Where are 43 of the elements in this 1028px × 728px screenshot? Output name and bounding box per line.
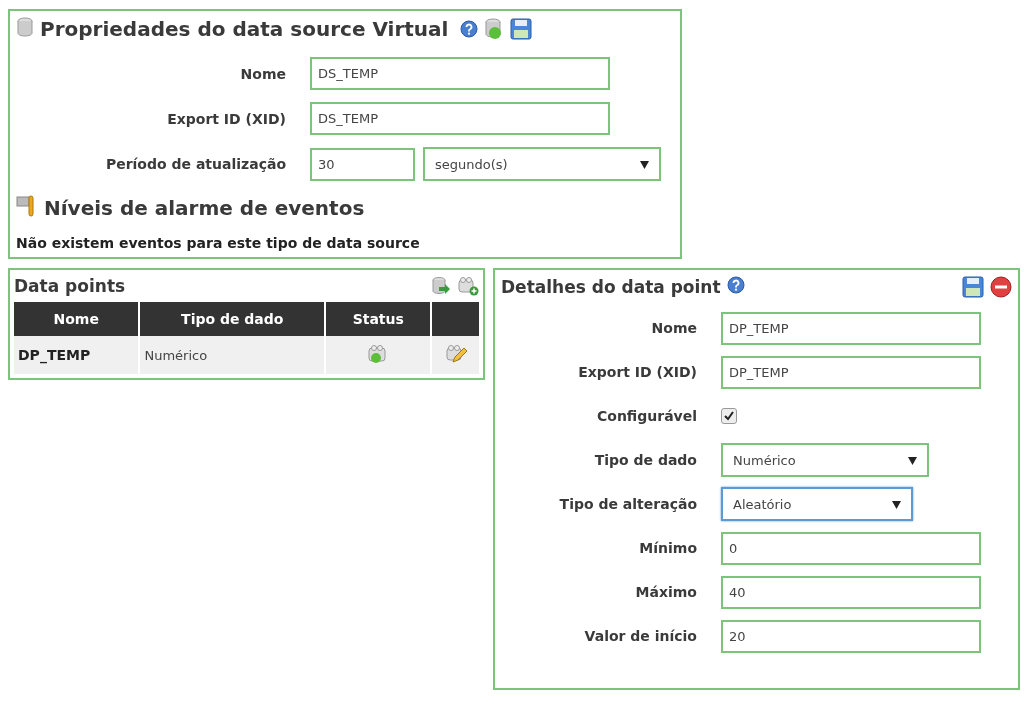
column-header: Nome [14,302,139,336]
section-heading: Níveis de alarme de eventos [44,196,365,220]
panel-title: Detalhes do data point [501,277,721,297]
field-label: Export ID (XID) [577,364,697,380]
field-label: Configurável [596,408,697,424]
delete-icon[interactable] [990,276,1012,298]
panel-title: Propriedades do data source Virtual [40,17,449,41]
dropdown[interactable]: Aleatório [721,487,913,521]
column-header [432,302,479,336]
text-field[interactable]: 40 [721,575,981,609]
table-cell: DP_TEMP [14,336,139,374]
database-icon [16,17,34,37]
column-header: Tipo de dado [140,302,325,336]
save-icon[interactable] [962,276,984,298]
edit-icon[interactable] [444,342,467,365]
add-point-icon[interactable] [457,276,479,296]
dropdown[interactable]: Numérico [721,443,929,477]
table-cell: Numérico [140,336,325,374]
text-field[interactable]: DP_TEMP [721,355,981,389]
help-icon[interactable] [726,276,745,294]
panel-title: Data points [14,276,126,296]
field-label: Tipo de alteração [558,496,697,512]
field-label: Nome [650,320,697,336]
text-field[interactable]: 0 [721,531,981,565]
text-field[interactable]: 30 [310,147,415,181]
events-message: Não existem eventos para este tipo de data source [16,235,421,251]
field-label: Máximo [634,584,697,600]
export-icon[interactable] [431,276,451,296]
field-label: Nome [239,65,286,82]
field-label: Tipo de dado [593,452,697,468]
text-field[interactable]: DP_TEMP [721,311,981,345]
text-field[interactable]: DS_TEMP [310,102,610,135]
field-label: Mínimo [638,540,697,556]
text-field[interactable]: DS_TEMP [310,57,610,90]
text-field[interactable]: 20 [721,619,981,653]
save-icon[interactable] [510,18,533,40]
column-header: Status [326,302,431,336]
field-label: Export ID (XID) [166,110,286,127]
dropdown[interactable]: segundo(s) [423,147,661,181]
field-label: Valor de início [583,628,697,644]
checkbox[interactable] [721,408,737,424]
help-icon[interactable] [460,20,479,38]
field-label: Período de atualização [104,156,286,172]
